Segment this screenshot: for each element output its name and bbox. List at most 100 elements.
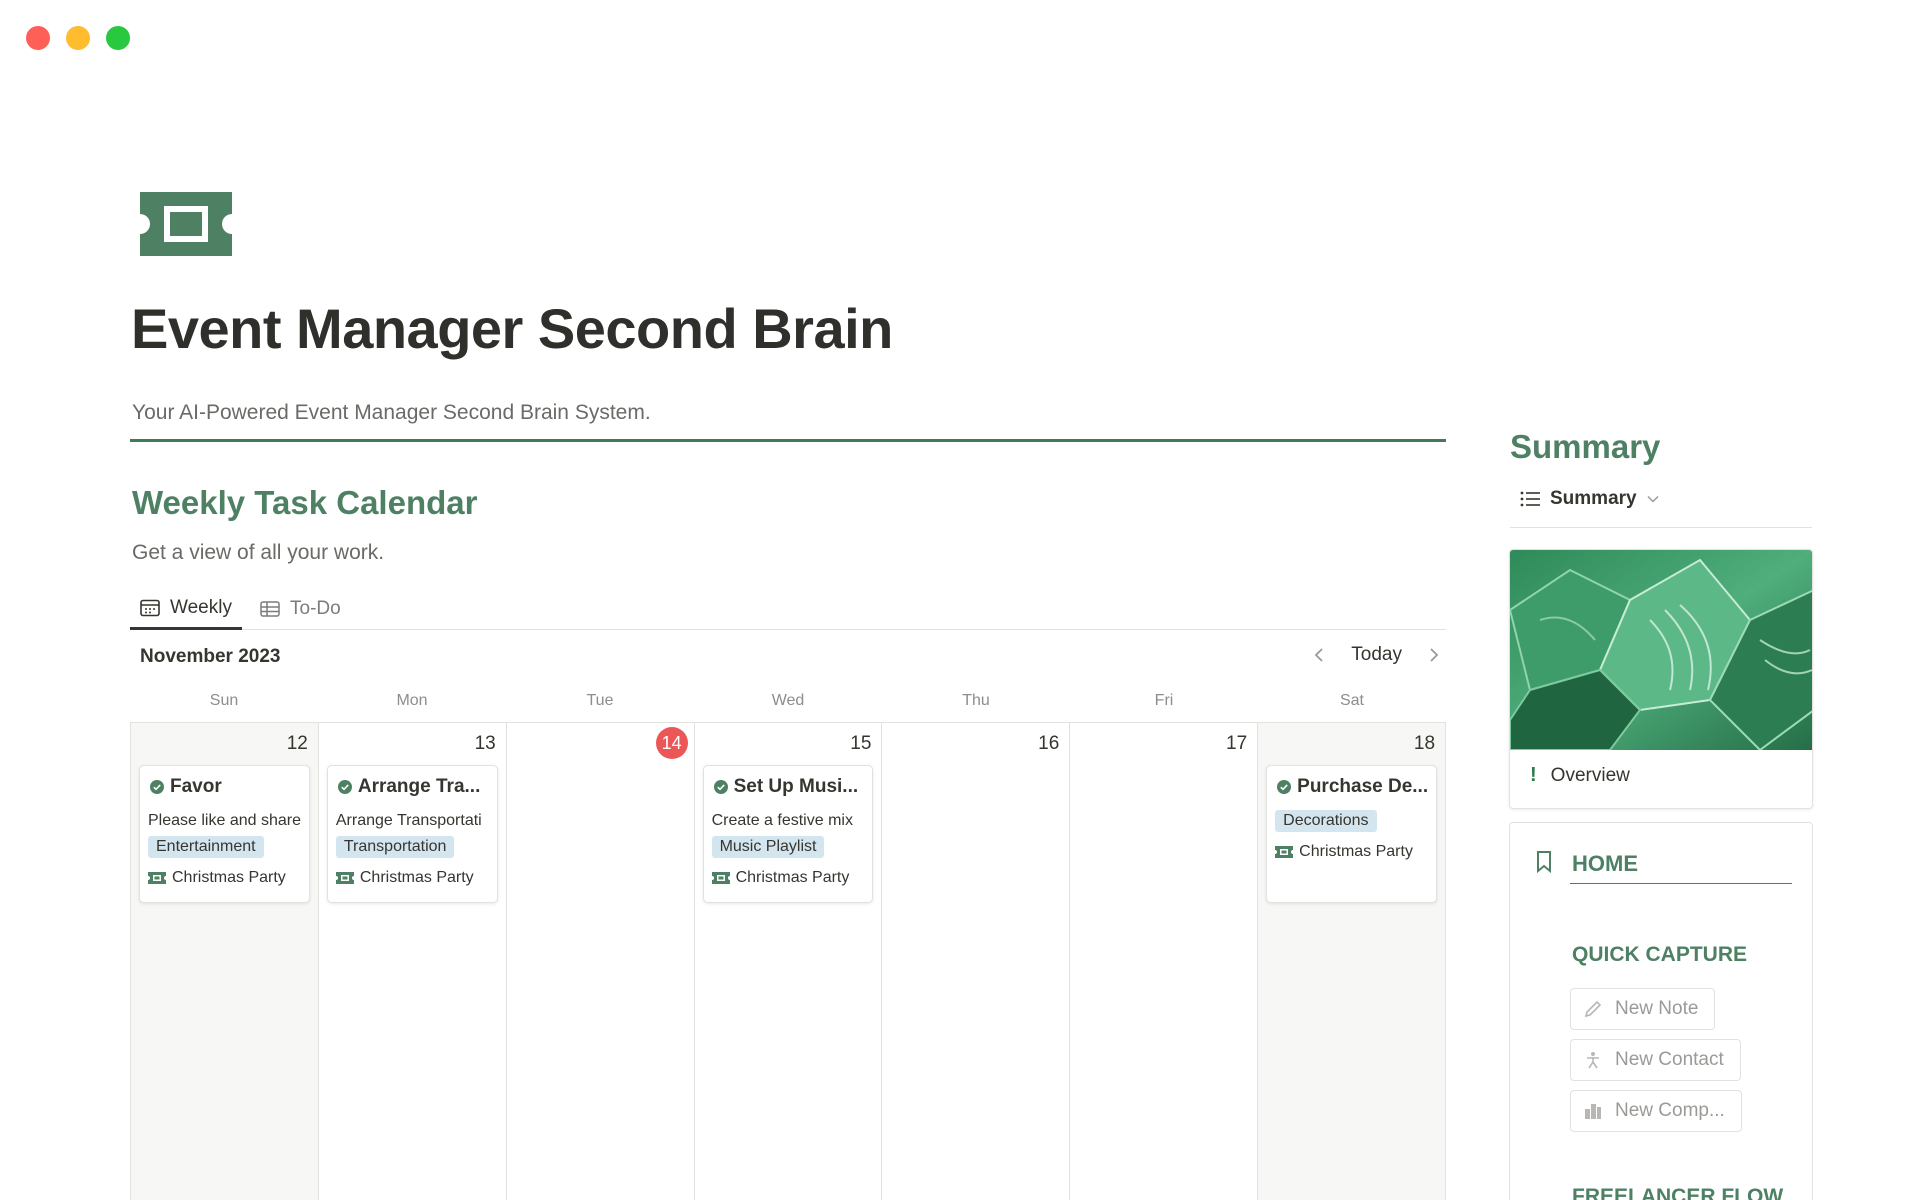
new-company-label: New Comp... xyxy=(1615,1100,1725,1121)
day-cell-sat[interactable]: 18 Purchase De... Decorations Christmas … xyxy=(1258,723,1447,1200)
ticket-icon xyxy=(711,872,730,884)
task-event-relation[interactable]: Christmas Party xyxy=(711,869,850,887)
day-cell-wed[interactable]: 15 Set Up Musi... Create a festive mix M… xyxy=(695,723,883,1200)
task-description: Create a festive mix xyxy=(711,812,853,829)
view-tabs: Weekly To-Do xyxy=(130,588,1446,630)
task-card-set-up-music[interactable]: Set Up Musi... Create a festive mix Musi… xyxy=(702,765,874,903)
overview-label-row: ! Overview xyxy=(1530,764,1630,787)
page-title[interactable]: Event Manager Second Brain xyxy=(131,296,893,361)
task-card-title: Favor xyxy=(150,776,303,798)
list-icon xyxy=(1520,491,1540,507)
building-icon xyxy=(1585,1104,1601,1119)
tab-todo[interactable]: To-Do xyxy=(254,588,347,630)
day-number: 15 xyxy=(850,733,872,754)
ticket-icon xyxy=(1275,846,1294,858)
day-cell-tue[interactable]: 14 xyxy=(507,723,695,1200)
tab-todo-label: To-Do xyxy=(290,598,341,619)
next-week-button[interactable] xyxy=(1422,640,1446,670)
weekday-label: Mon xyxy=(396,692,428,709)
new-contact-button[interactable]: New Contact xyxy=(1570,1039,1741,1081)
relation-label: Christmas Party xyxy=(1299,843,1413,860)
day-cell-mon[interactable]: 13 Arrange Tra... Arrange Transportati T… xyxy=(319,723,507,1200)
chevron-right-icon xyxy=(1430,648,1439,662)
today-day-number: 14 xyxy=(655,727,688,759)
weekday-label: Sat xyxy=(1339,692,1364,709)
summary-divider xyxy=(1510,527,1812,528)
overview-gallery-card[interactable]: ! Overview xyxy=(1509,549,1813,809)
task-description: Please like and share xyxy=(148,812,301,829)
task-card-favor[interactable]: Favor Please like and share Entertainmen… xyxy=(139,765,310,903)
task-category-tag: Decorations xyxy=(1275,810,1377,832)
tab-weekly-label: Weekly xyxy=(170,596,232,618)
task-card-title: Purchase De... xyxy=(1277,776,1430,798)
task-event-relation[interactable]: Christmas Party xyxy=(335,869,474,887)
new-contact-label: New Contact xyxy=(1615,1049,1724,1070)
home-card[interactable]: HOME QUICK CAPTURE New Note New Contact … xyxy=(1509,822,1813,1200)
new-note-button[interactable]: New Note xyxy=(1570,988,1716,1030)
weekday-label: Sun xyxy=(209,692,239,709)
task-title-text: Purchase De... xyxy=(1297,776,1429,797)
ticket-icon xyxy=(148,872,166,884)
task-event-relation[interactable]: Christmas Party xyxy=(1275,843,1413,861)
calendar-icon xyxy=(140,599,160,616)
summary-view-selector[interactable]: Summary xyxy=(1520,488,1659,510)
table-icon xyxy=(260,601,280,617)
task-card-purchase-decorations[interactable]: Purchase De... Decorations Christmas Par… xyxy=(1266,765,1438,903)
calendar-section-title[interactable]: Weekly Task Calendar xyxy=(132,484,477,522)
today-button[interactable]: Today xyxy=(1351,644,1402,666)
overview-label: Overview xyxy=(1550,764,1630,786)
day-number: 13 xyxy=(474,733,496,754)
check-circle-icon xyxy=(1277,780,1292,794)
day-cell-fri[interactable]: 17 xyxy=(1070,723,1259,1200)
relation-label: Christmas Party xyxy=(172,869,286,886)
check-circle-icon xyxy=(150,780,164,794)
task-description: Arrange Transportati xyxy=(335,812,482,829)
page-description[interactable]: Your AI-Powered Event Manager Second Bra… xyxy=(132,401,651,425)
ticket-icon xyxy=(335,872,354,884)
previous-week-button[interactable] xyxy=(1307,640,1331,670)
day-cell-sun[interactable]: 12 Favor Please like and share Entertain… xyxy=(131,723,319,1200)
quick-capture-title: QUICK CAPTURE xyxy=(1572,943,1748,966)
weekday-label: Fri xyxy=(1154,692,1174,709)
tab-weekly[interactable]: Weekly xyxy=(130,588,242,630)
chevron-left-icon xyxy=(1315,648,1323,662)
window-controls xyxy=(26,26,130,50)
new-company-button[interactable]: New Comp... xyxy=(1570,1090,1742,1132)
calendar-section-subtitle[interactable]: Get a view of all your work. xyxy=(132,541,384,565)
task-event-relation[interactable]: Christmas Party xyxy=(148,869,286,887)
summary-view-label: Summary xyxy=(1550,488,1637,509)
check-circle-icon xyxy=(713,780,728,794)
task-card-arrange-transportation[interactable]: Arrange Tra... Arrange Transportati Tran… xyxy=(326,765,498,903)
minimize-window-button[interactable] xyxy=(66,26,90,50)
green-marble-cover-image xyxy=(1510,550,1812,750)
home-divider xyxy=(1570,883,1792,884)
weekday-header: Sun Mon Tue Wed Thu Fri Sat xyxy=(130,688,1446,724)
ticket-icon[interactable] xyxy=(140,192,232,256)
weekday-label: Wed xyxy=(771,692,805,709)
task-category-tag: Music Playlist xyxy=(711,836,825,858)
person-icon xyxy=(1587,1052,1599,1069)
close-window-button[interactable] xyxy=(26,26,50,50)
day-cell-thu[interactable]: 16 xyxy=(882,723,1071,1200)
task-title-text: Arrange Tra... xyxy=(357,776,481,797)
task-category-tag: Entertainment xyxy=(148,836,264,858)
zoom-window-button[interactable] xyxy=(106,26,130,50)
freelancer-flow-title: FREELANCER FLOW xyxy=(1572,1185,1784,1200)
task-card-title: Arrange Tra... xyxy=(337,776,491,798)
day-number: 17 xyxy=(1226,733,1248,754)
day-number: 16 xyxy=(1038,733,1060,754)
weekday-label: Tue xyxy=(586,692,614,709)
home-title[interactable]: HOME xyxy=(1572,851,1638,877)
summary-heading[interactable]: Summary xyxy=(1510,428,1660,466)
relation-label: Christmas Party xyxy=(735,869,850,886)
title-divider xyxy=(130,439,1446,442)
calendar-navigation: Today xyxy=(1307,640,1446,670)
calendar-month: November 2023 xyxy=(140,646,281,667)
day-number: 12 xyxy=(286,733,308,754)
week-grid: 12 Favor Please like and share Entertain… xyxy=(130,722,1447,1200)
task-card-title: Set Up Musi... xyxy=(713,776,867,798)
exclamation-icon: ! xyxy=(1530,764,1537,786)
chevron-down-icon xyxy=(1647,495,1659,503)
weekday-label: Thu xyxy=(962,692,990,709)
new-note-label: New Note xyxy=(1615,998,1699,1019)
